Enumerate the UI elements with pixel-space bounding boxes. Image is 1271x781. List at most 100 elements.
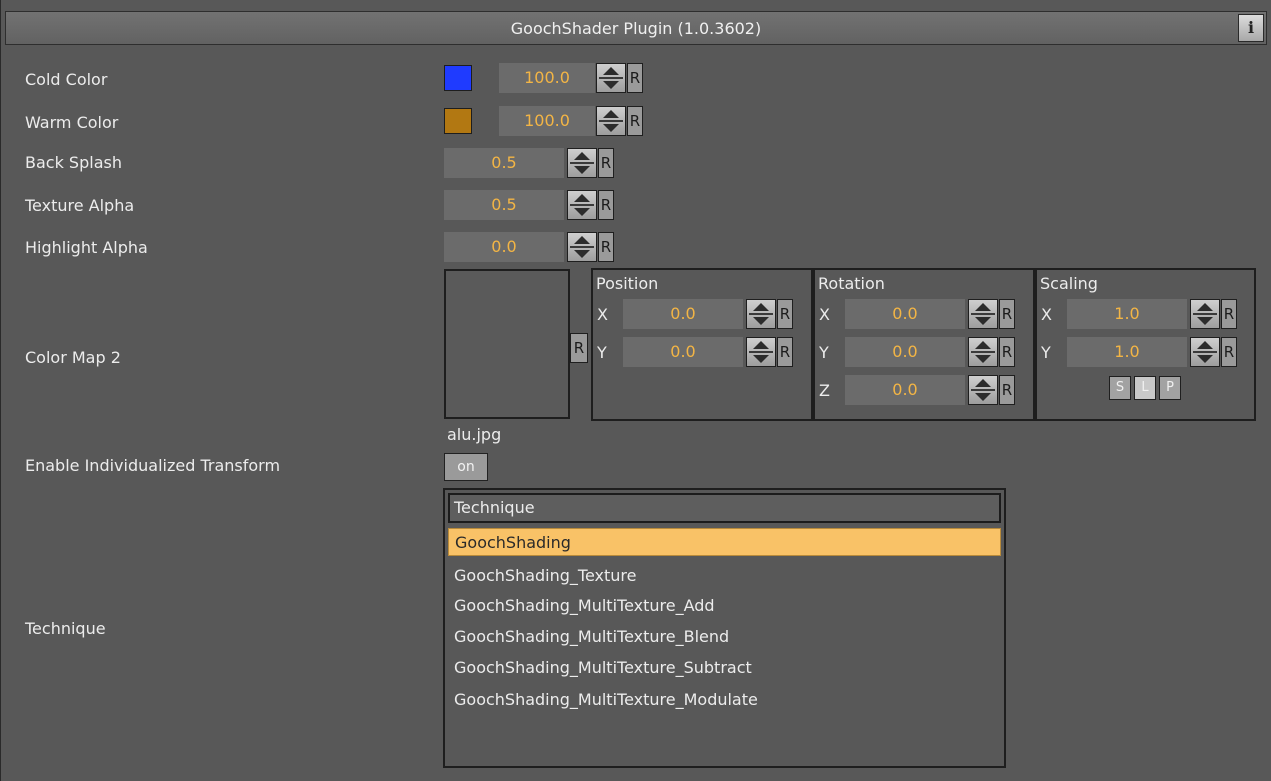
cold-color-swatch[interactable] <box>444 65 472 91</box>
cold-color-spinner[interactable] <box>596 63 626 93</box>
texture-reset-button[interactable]: R <box>570 333 588 363</box>
arrow-up-icon <box>975 379 991 387</box>
window-title: GoochShader Plugin (1.0.3602) <box>510 19 762 38</box>
rotation-z-spinner[interactable] <box>968 375 998 405</box>
position-title: Position <box>596 274 659 293</box>
warm-color-reset-button[interactable]: R <box>627 106 643 136</box>
arrow-down-icon <box>1197 317 1213 325</box>
scaling-y-reset-button[interactable]: R <box>1221 337 1237 367</box>
technique-item[interactable]: GoochShading_MultiTexture_Add <box>448 592 1001 620</box>
scaling-group: Scaling X 1.0 R Y 1.0 R S L P <box>1035 268 1256 421</box>
technique-item[interactable]: GoochShading <box>448 528 1001 556</box>
rotation-z-value[interactable]: 0.0 <box>845 375 965 405</box>
arrow-down-icon <box>975 393 991 401</box>
position-y-reset-button[interactable]: R <box>777 337 793 367</box>
arrow-up-icon <box>574 194 590 202</box>
rotation-z-label: Z <box>819 381 830 400</box>
warm-color-swatch[interactable] <box>444 108 472 134</box>
position-x-label: X <box>597 305 608 324</box>
rotation-title: Rotation <box>818 274 885 293</box>
arrow-up-icon <box>603 67 619 75</box>
info-icon[interactable]: i <box>1238 14 1264 42</box>
technique-list-header: Technique <box>448 493 1001 523</box>
arrow-down-icon <box>603 81 619 89</box>
technique-item[interactable]: GoochShading_MultiTexture_Subtract <box>448 654 1001 682</box>
highlight-alpha-label: Highlight Alpha <box>25 238 148 257</box>
scaling-x-label: X <box>1041 305 1052 324</box>
cold-color-reset-button[interactable]: R <box>627 63 643 93</box>
rotation-group: Rotation X 0.0 R Y 0.0 R Z 0.0 R <box>813 268 1035 421</box>
transform-label: Enable Individualized Transform <box>25 456 281 475</box>
arrow-down-icon <box>975 317 991 325</box>
rotation-x-spinner[interactable] <box>968 299 998 329</box>
back-splash-value[interactable]: 0.5 <box>444 148 564 178</box>
arrow-down-icon <box>574 166 590 174</box>
rotation-z-reset-button[interactable]: R <box>999 375 1015 405</box>
back-splash-reset-button[interactable]: R <box>598 148 614 178</box>
scaling-mode-p-button[interactable]: P <box>1159 376 1181 400</box>
scaling-y-spinner[interactable] <box>1190 337 1220 367</box>
technique-list[interactable]: Technique GoochShading GoochShading_Text… <box>443 488 1006 768</box>
warm-color-label: Warm Color <box>25 113 119 132</box>
position-x-spinner[interactable] <box>746 299 776 329</box>
position-x-value[interactable]: 0.0 <box>623 299 743 329</box>
texture-filename: alu.jpg <box>447 425 502 444</box>
highlight-alpha-reset-button[interactable]: R <box>598 232 614 262</box>
technique-item[interactable]: GoochShading_MultiTexture_Blend <box>448 623 1001 651</box>
rotation-x-label: X <box>819 305 830 324</box>
rotation-y-spinner[interactable] <box>968 337 998 367</box>
highlight-alpha-value[interactable]: 0.0 <box>444 232 564 262</box>
arrow-down-icon <box>975 355 991 363</box>
rotation-x-value[interactable]: 0.0 <box>845 299 965 329</box>
scaling-x-value[interactable]: 1.0 <box>1067 299 1187 329</box>
arrow-up-icon <box>574 152 590 160</box>
highlight-alpha-spinner[interactable] <box>567 232 597 262</box>
arrow-up-icon <box>975 303 991 311</box>
position-y-value[interactable]: 0.0 <box>623 337 743 367</box>
back-splash-spinner[interactable] <box>567 148 597 178</box>
cold-color-value[interactable]: 100.0 <box>499 63 595 93</box>
position-x-reset-button[interactable]: R <box>777 299 793 329</box>
arrow-down-icon <box>574 208 590 216</box>
arrow-down-icon <box>574 250 590 258</box>
plugin-panel: GoochShader Plugin (1.0.3602) i Cold Col… <box>0 0 1271 781</box>
transform-toggle[interactable]: on <box>444 453 488 481</box>
arrow-down-icon <box>1197 355 1213 363</box>
cold-color-label: Cold Color <box>25 70 108 89</box>
scaling-mode-s-button[interactable]: S <box>1109 376 1131 400</box>
texture-alpha-value[interactable]: 0.5 <box>444 190 564 220</box>
arrow-down-icon <box>753 355 769 363</box>
window-titlebar: GoochShader Plugin (1.0.3602) i <box>5 11 1267 45</box>
scaling-y-label: Y <box>1041 343 1051 362</box>
warm-color-spinner[interactable] <box>596 106 626 136</box>
technique-item[interactable]: GoochShading_Texture <box>448 562 1001 590</box>
technique-item[interactable]: GoochShading_MultiTexture_Modulate <box>448 686 1001 714</box>
texture-alpha-reset-button[interactable]: R <box>598 190 614 220</box>
texture-alpha-label: Texture Alpha <box>25 196 135 215</box>
scaling-y-value[interactable]: 1.0 <box>1067 337 1187 367</box>
arrow-up-icon <box>1197 303 1213 311</box>
rotation-y-label: Y <box>819 343 829 362</box>
texture-alpha-spinner[interactable] <box>567 190 597 220</box>
arrow-up-icon <box>975 341 991 349</box>
scaling-title: Scaling <box>1040 274 1098 293</box>
position-y-label: Y <box>597 343 607 362</box>
arrow-down-icon <box>603 124 619 132</box>
arrow-up-icon <box>1197 341 1213 349</box>
color-map-label: Color Map 2 <box>25 348 121 367</box>
arrow-up-icon <box>603 110 619 118</box>
scaling-x-reset-button[interactable]: R <box>1221 299 1237 329</box>
back-splash-label: Back Splash <box>25 153 122 172</box>
arrow-up-icon <box>753 341 769 349</box>
arrow-down-icon <box>753 317 769 325</box>
rotation-y-value[interactable]: 0.0 <box>845 337 965 367</box>
position-y-spinner[interactable] <box>746 337 776 367</box>
rotation-y-reset-button[interactable]: R <box>999 337 1015 367</box>
rotation-x-reset-button[interactable]: R <box>999 299 1015 329</box>
scaling-mode-l-button[interactable]: L <box>1134 376 1156 400</box>
position-group: Position X 0.0 R Y 0.0 R <box>591 268 813 421</box>
scaling-x-spinner[interactable] <box>1190 299 1220 329</box>
warm-color-value[interactable]: 100.0 <box>499 106 595 136</box>
arrow-up-icon <box>574 236 590 244</box>
texture-thumbnail[interactable] <box>444 269 570 419</box>
